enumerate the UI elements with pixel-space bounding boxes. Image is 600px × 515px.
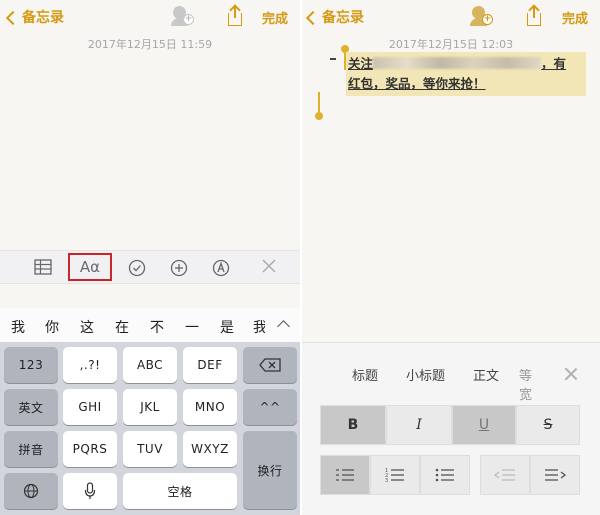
return-key[interactable]: 换行	[243, 431, 297, 509]
dashed-list-button[interactable]	[320, 455, 370, 495]
done-button[interactable]: 完成	[262, 8, 288, 27]
note-date: 2017年12月15日 11:59	[87, 38, 213, 51]
back-label: 备忘录	[322, 10, 364, 26]
note-line2: 红包，奖品，等你来抢！	[348, 76, 486, 91]
candidate-word[interactable]: 这	[80, 317, 94, 337]
text-format-button[interactable]: Aα	[68, 253, 112, 281]
indent-button[interactable]	[530, 455, 580, 495]
close-format-icon[interactable]	[564, 367, 578, 381]
candidate-word[interactable]: 你	[45, 317, 59, 337]
note-body[interactable]: 关注 ，有 红包，奖品，等你来抢！	[346, 52, 586, 96]
globe-icon	[23, 483, 39, 499]
back-button[interactable]: 备忘录	[305, 7, 364, 27]
candidate-word[interactable]: 我	[253, 317, 265, 337]
key-pqrs[interactable]: PQRS	[63, 431, 117, 467]
style-title[interactable]: 标题	[352, 365, 378, 384]
markup-pen-icon[interactable]	[212, 259, 230, 277]
style-monospace[interactable]: 等宽	[519, 365, 537, 403]
keyboard: 123 ,.?! ABC DEF 英文 GHI JKL MNO ^^ 拼音 PQ…	[0, 342, 300, 515]
add-people-icon[interactable]: +	[171, 6, 195, 26]
close-toolbar-icon[interactable]	[262, 259, 276, 273]
key-pinyin[interactable]: 拼音	[4, 431, 58, 467]
candidate-word[interactable]: 我	[11, 317, 25, 337]
chevron-left-icon	[5, 10, 21, 25]
chevron-left-icon	[305, 10, 321, 25]
text-format-label: Aα	[79, 258, 101, 276]
style-heading[interactable]: 小标题	[406, 365, 445, 384]
bulleted-list-button[interactable]	[420, 455, 470, 495]
candidate-word[interactable]: 不	[150, 317, 164, 337]
share-icon[interactable]	[228, 4, 242, 26]
key-mno[interactable]: MNO	[183, 389, 237, 425]
indent-icon	[545, 469, 566, 481]
bold-button[interactable]: B	[320, 405, 386, 445]
candidate-word[interactable]: 是	[220, 317, 234, 337]
key-wxyz[interactable]: WXYZ	[183, 431, 237, 467]
style-body[interactable]: 正文	[473, 365, 499, 384]
candidate-word[interactable]: 一	[185, 317, 199, 337]
key-emoticon[interactable]: ^^	[243, 389, 297, 425]
outdent-icon	[494, 469, 515, 481]
key-tuv[interactable]: TUV	[123, 431, 177, 467]
format-panel: 标题 小标题 正文 等宽 B I U S 1 2 3	[302, 342, 600, 515]
delete-key[interactable]	[243, 347, 297, 383]
done-button[interactable]: 完成	[562, 8, 588, 27]
expand-candidates-icon[interactable]	[277, 320, 290, 333]
note-toolbar	[0, 250, 300, 284]
numbered-list-icon: 1 2 3	[385, 468, 404, 483]
table-icon[interactable]	[34, 259, 52, 275]
numbered-list-button[interactable]: 1 2 3	[370, 455, 420, 495]
key-english[interactable]: 英文	[4, 389, 58, 425]
underline-button[interactable]: U	[452, 405, 516, 445]
right-screen: 备忘录 + 完成 2017年12月15日 12:03 关注 ，有 红包，奖品，等你…	[302, 0, 600, 515]
navbar: 备忘录 + 完成	[302, 0, 600, 34]
bulleted-list-icon	[435, 468, 454, 482]
key-punct[interactable]: ,.?!	[63, 347, 117, 383]
add-attachment-icon[interactable]	[170, 259, 188, 277]
key-jkl[interactable]: JKL	[123, 389, 177, 425]
note-line1-end: ，有	[541, 56, 567, 71]
candidate-bar: 我 你 这 在 不 一 是 我	[0, 308, 300, 342]
add-people-icon[interactable]: +	[470, 6, 494, 26]
backspace-icon	[259, 358, 281, 372]
strikethrough-button[interactable]: S	[516, 405, 580, 445]
candidate-word[interactable]: 在	[115, 317, 129, 337]
note-line1-start: 关注	[348, 56, 374, 71]
list-dash	[330, 58, 336, 60]
left-screen: 备忘录 + 完成 2017年12月15日 11:59 Aα 我 你 这 在 不 …	[0, 0, 300, 515]
selection-bar-end	[318, 92, 320, 114]
outdent-button[interactable]	[480, 455, 530, 495]
globe-key[interactable]	[4, 473, 58, 509]
key-ghi[interactable]: GHI	[63, 389, 117, 425]
svg-text:3: 3	[385, 478, 388, 483]
microphone-icon	[84, 482, 96, 499]
key-def[interactable]: DEF	[183, 347, 237, 383]
dashed-list-icon	[336, 469, 354, 481]
key-abc[interactable]: ABC	[123, 347, 177, 383]
blurred-text	[373, 57, 542, 69]
space-key[interactable]: 空格	[123, 473, 237, 509]
key-numbers[interactable]: 123	[4, 347, 58, 383]
checklist-icon[interactable]	[128, 259, 146, 277]
back-label: 备忘录	[22, 10, 64, 26]
share-icon[interactable]	[527, 4, 541, 26]
selection-handle-end[interactable]	[315, 112, 323, 120]
back-button[interactable]: 备忘录	[5, 7, 64, 27]
dictation-key[interactable]	[63, 473, 117, 509]
navbar: 备忘录 + 完成	[0, 0, 300, 34]
italic-button[interactable]: I	[386, 405, 452, 445]
